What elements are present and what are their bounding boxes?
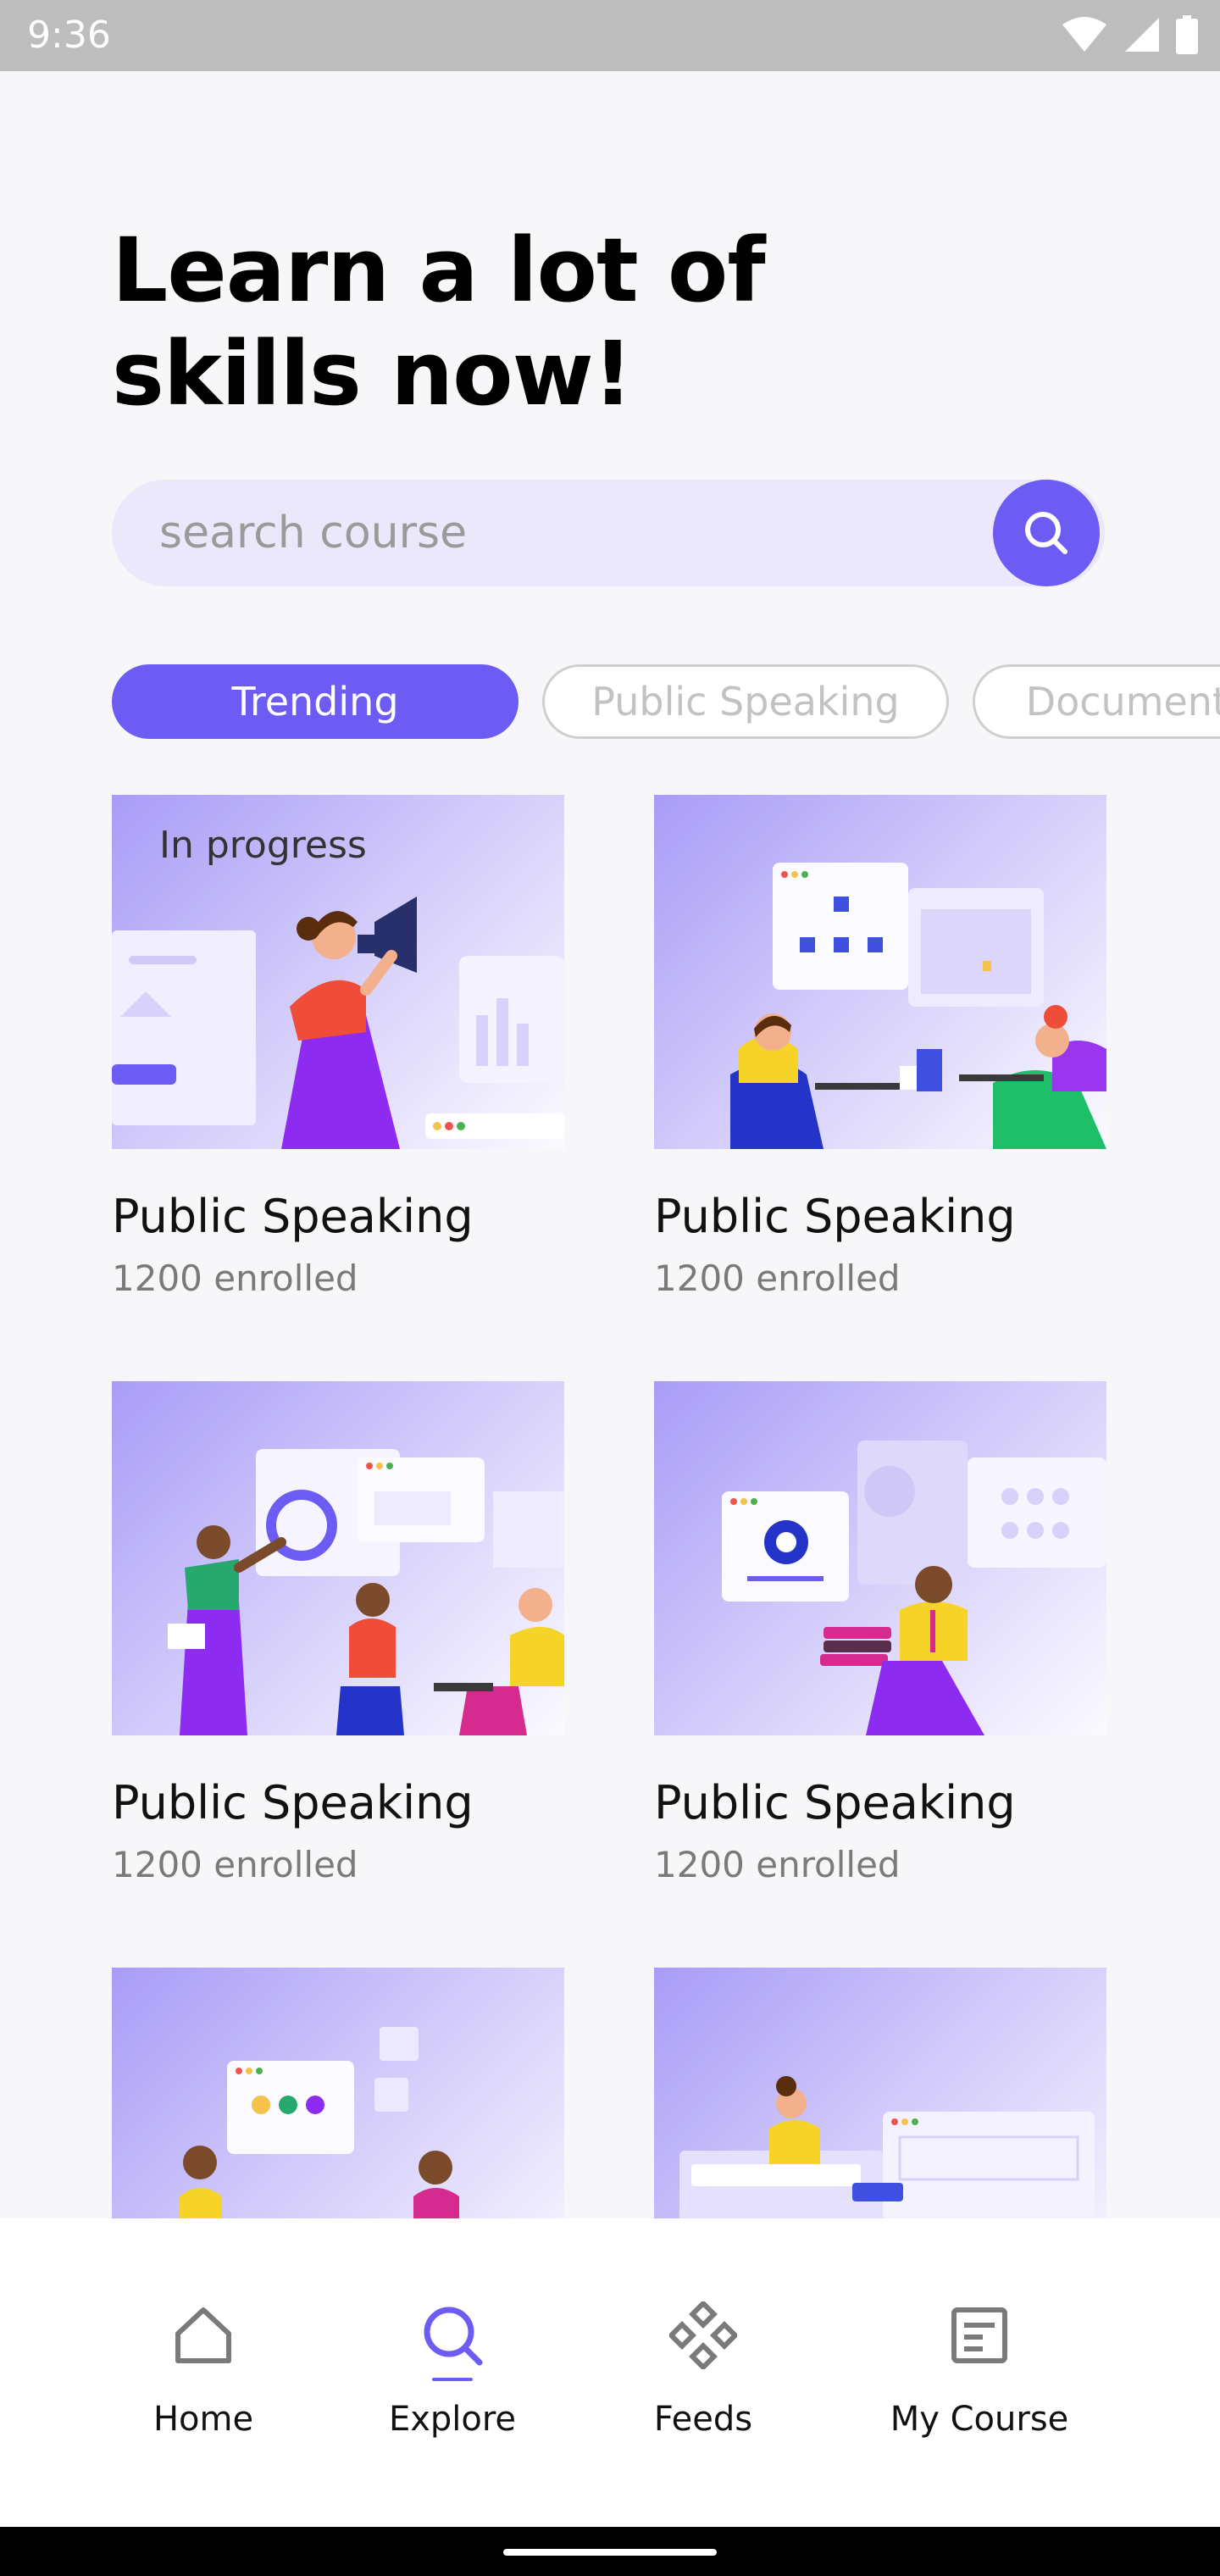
course-title: Public Speaking (654, 1190, 1016, 1243)
nav-my-course-label: My Course (890, 2400, 1069, 2439)
nav-explore-label: Explore (388, 2400, 517, 2439)
course-enrolled: 1200 enrolled (654, 1844, 901, 1885)
nav-home-label: Home (152, 2400, 254, 2439)
course-enrolled: 1200 enrolled (112, 1257, 358, 1299)
nav-feeds[interactable]: Feeds (585, 2300, 822, 2469)
course-enrolled: 1200 enrolled (112, 1844, 358, 1885)
nav-active-indicator (432, 2378, 473, 2381)
course-thumbnail: In progress (112, 795, 564, 1149)
home-icon (168, 2300, 239, 2371)
course-card[interactable]: Public Speaking 1200 enrolled (112, 1381, 564, 1890)
course-title: Public Speaking (112, 1190, 474, 1243)
course-title: Public Speaking (112, 1776, 474, 1829)
nav-explore[interactable]: Explore (334, 2300, 571, 2469)
course-card[interactable]: Public Speaking 1200 enrolled (654, 1381, 1106, 1890)
search-icon (417, 2300, 488, 2371)
course-enrolled: 1200 enrolled (654, 1257, 901, 1299)
course-thumbnail (654, 1381, 1106, 1735)
system-nav-bar (0, 2527, 1220, 2576)
design-illustration (180, 2027, 459, 2218)
presentation-illustration (168, 1449, 564, 1735)
home-indicator[interactable] (503, 2549, 717, 2556)
nav-my-course[interactable]: My Course (861, 2300, 1098, 2469)
course-title: Public Speaking (654, 1776, 1016, 1829)
course-card[interactable] (112, 1968, 564, 2218)
course-grid: In progress Public Speaking 1200 enrolle… (0, 0, 1220, 2218)
course-thumbnail (112, 1968, 564, 2218)
meeting-illustration (730, 863, 1106, 1149)
course-card[interactable]: Public Speaking 1200 enrolled (654, 795, 1106, 1303)
study-illustration (679, 2076, 1095, 2218)
bottom-nav: Home Explore Feeds My Course (0, 2218, 1220, 2527)
course-thumbnail (112, 1381, 564, 1735)
course-card[interactable] (654, 1968, 1106, 2218)
course-thumbnail (654, 1968, 1106, 2218)
course-icon (944, 2300, 1015, 2371)
course-thumbnail (654, 795, 1106, 1149)
progress-badge: In progress (159, 824, 367, 867)
course-card[interactable]: In progress Public Speaking 1200 enrolle… (112, 795, 564, 1303)
nav-feeds-label: Feeds (653, 2400, 753, 2439)
feeds-icon (668, 2300, 739, 2371)
nav-home[interactable]: Home (85, 2300, 322, 2469)
online-class-illustration (722, 1441, 1106, 1735)
